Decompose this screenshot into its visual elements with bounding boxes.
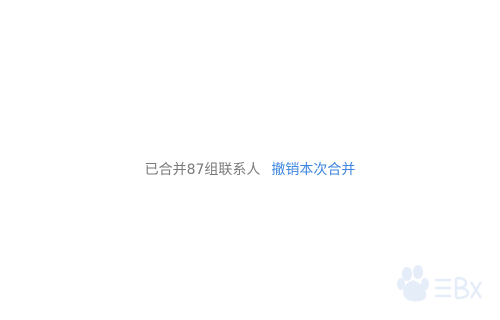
merge-result-notice: 已合并87组联系人 撤销本次合并 <box>0 158 500 182</box>
baidu-jingyan-watermark <box>378 260 490 310</box>
merge-status-text: 已合并87组联系人 <box>144 162 261 178</box>
undo-merge-link[interactable]: 撤销本次合并 <box>271 158 355 182</box>
